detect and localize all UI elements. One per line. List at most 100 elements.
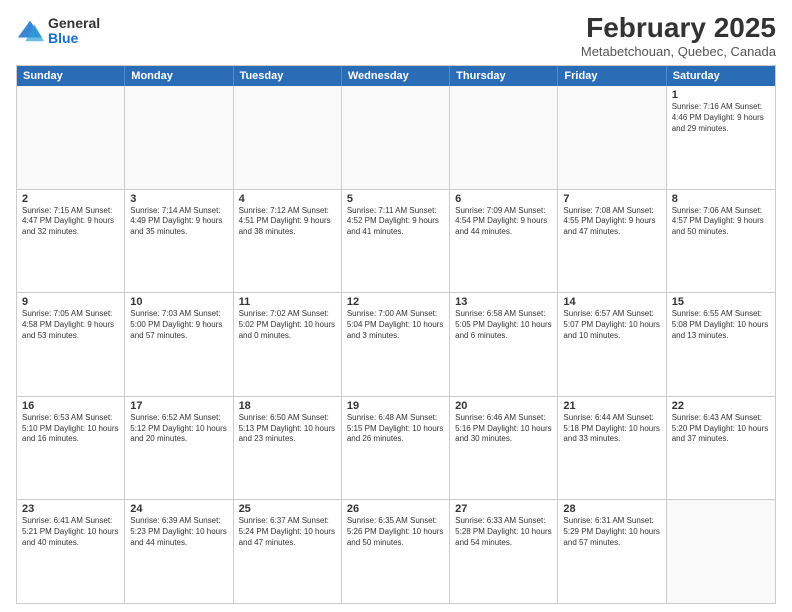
day-number: 14 xyxy=(563,296,660,308)
header-day-thursday: Thursday xyxy=(450,66,558,86)
day-cell-empty xyxy=(234,86,342,189)
day-cell-21: 21Sunrise: 6:44 AM Sunset: 5:18 PM Dayli… xyxy=(558,397,666,500)
day-cell-empty xyxy=(342,86,450,189)
day-cell-3: 3Sunrise: 7:14 AM Sunset: 4:49 PM Daylig… xyxy=(125,190,233,293)
day-cell-10: 10Sunrise: 7:03 AM Sunset: 5:00 PM Dayli… xyxy=(125,293,233,396)
day-info: Sunrise: 6:35 AM Sunset: 5:26 PM Dayligh… xyxy=(347,516,444,548)
logo: General Blue xyxy=(16,16,100,47)
day-info: Sunrise: 7:05 AM Sunset: 4:58 PM Dayligh… xyxy=(22,309,119,341)
day-cell-26: 26Sunrise: 6:35 AM Sunset: 5:26 PM Dayli… xyxy=(342,500,450,603)
day-number: 4 xyxy=(239,193,336,205)
day-cell-16: 16Sunrise: 6:53 AM Sunset: 5:10 PM Dayli… xyxy=(17,397,125,500)
day-cell-19: 19Sunrise: 6:48 AM Sunset: 5:15 PM Dayli… xyxy=(342,397,450,500)
day-cell-1: 1Sunrise: 7:16 AM Sunset: 4:46 PM Daylig… xyxy=(667,86,775,189)
day-cell-14: 14Sunrise: 6:57 AM Sunset: 5:07 PM Dayli… xyxy=(558,293,666,396)
location: Metabetchouan, Quebec, Canada xyxy=(581,44,776,59)
day-cell-8: 8Sunrise: 7:06 AM Sunset: 4:57 PM Daylig… xyxy=(667,190,775,293)
day-number: 12 xyxy=(347,296,444,308)
day-info: Sunrise: 6:52 AM Sunset: 5:12 PM Dayligh… xyxy=(130,413,227,445)
day-info: Sunrise: 6:43 AM Sunset: 5:20 PM Dayligh… xyxy=(672,413,770,445)
day-info: Sunrise: 7:08 AM Sunset: 4:55 PM Dayligh… xyxy=(563,206,660,238)
logo-general-text: General xyxy=(48,16,100,31)
day-cell-empty xyxy=(125,86,233,189)
day-info: Sunrise: 6:44 AM Sunset: 5:18 PM Dayligh… xyxy=(563,413,660,445)
logo-text: General Blue xyxy=(48,16,100,47)
calendar-row-0: 1Sunrise: 7:16 AM Sunset: 4:46 PM Daylig… xyxy=(17,86,775,190)
day-info: Sunrise: 7:16 AM Sunset: 4:46 PM Dayligh… xyxy=(672,102,770,134)
day-cell-empty xyxy=(450,86,558,189)
day-cell-28: 28Sunrise: 6:31 AM Sunset: 5:29 PM Dayli… xyxy=(558,500,666,603)
day-number: 16 xyxy=(22,400,119,412)
day-number: 17 xyxy=(130,400,227,412)
calendar-row-3: 16Sunrise: 6:53 AM Sunset: 5:10 PM Dayli… xyxy=(17,397,775,501)
day-cell-25: 25Sunrise: 6:37 AM Sunset: 5:24 PM Dayli… xyxy=(234,500,342,603)
day-cell-empty xyxy=(17,86,125,189)
day-cell-9: 9Sunrise: 7:05 AM Sunset: 4:58 PM Daylig… xyxy=(17,293,125,396)
header-day-wednesday: Wednesday xyxy=(342,66,450,86)
day-cell-11: 11Sunrise: 7:02 AM Sunset: 5:02 PM Dayli… xyxy=(234,293,342,396)
day-info: Sunrise: 6:33 AM Sunset: 5:28 PM Dayligh… xyxy=(455,516,552,548)
day-cell-27: 27Sunrise: 6:33 AM Sunset: 5:28 PM Dayli… xyxy=(450,500,558,603)
day-cell-24: 24Sunrise: 6:39 AM Sunset: 5:23 PM Dayli… xyxy=(125,500,233,603)
day-cell-20: 20Sunrise: 6:46 AM Sunset: 5:16 PM Dayli… xyxy=(450,397,558,500)
header-day-friday: Friday xyxy=(558,66,666,86)
day-number: 7 xyxy=(563,193,660,205)
day-number: 2 xyxy=(22,193,119,205)
calendar-row-1: 2Sunrise: 7:15 AM Sunset: 4:47 PM Daylig… xyxy=(17,190,775,294)
day-cell-empty xyxy=(667,500,775,603)
day-number: 11 xyxy=(239,296,336,308)
day-number: 19 xyxy=(347,400,444,412)
header-day-tuesday: Tuesday xyxy=(234,66,342,86)
day-info: Sunrise: 7:09 AM Sunset: 4:54 PM Dayligh… xyxy=(455,206,552,238)
day-info: Sunrise: 6:50 AM Sunset: 5:13 PM Dayligh… xyxy=(239,413,336,445)
calendar-row-4: 23Sunrise: 6:41 AM Sunset: 5:21 PM Dayli… xyxy=(17,500,775,603)
day-number: 24 xyxy=(130,503,227,515)
calendar-body: 1Sunrise: 7:16 AM Sunset: 4:46 PM Daylig… xyxy=(17,86,775,603)
day-number: 22 xyxy=(672,400,770,412)
header: General Blue February 2025 Metabetchouan… xyxy=(16,12,776,59)
day-cell-13: 13Sunrise: 6:58 AM Sunset: 5:05 PM Dayli… xyxy=(450,293,558,396)
day-number: 13 xyxy=(455,296,552,308)
month-year: February 2025 xyxy=(581,12,776,44)
header-day-monday: Monday xyxy=(125,66,233,86)
day-number: 27 xyxy=(455,503,552,515)
logo-blue-text: Blue xyxy=(48,31,100,46)
day-cell-4: 4Sunrise: 7:12 AM Sunset: 4:51 PM Daylig… xyxy=(234,190,342,293)
day-info: Sunrise: 7:14 AM Sunset: 4:49 PM Dayligh… xyxy=(130,206,227,238)
day-info: Sunrise: 7:02 AM Sunset: 5:02 PM Dayligh… xyxy=(239,309,336,341)
day-number: 26 xyxy=(347,503,444,515)
page: General Blue February 2025 Metabetchouan… xyxy=(0,0,792,612)
day-info: Sunrise: 6:31 AM Sunset: 5:29 PM Dayligh… xyxy=(563,516,660,548)
day-info: Sunrise: 6:55 AM Sunset: 5:08 PM Dayligh… xyxy=(672,309,770,341)
day-number: 23 xyxy=(22,503,119,515)
day-number: 5 xyxy=(347,193,444,205)
day-number: 28 xyxy=(563,503,660,515)
header-day-saturday: Saturday xyxy=(667,66,775,86)
day-cell-22: 22Sunrise: 6:43 AM Sunset: 5:20 PM Dayli… xyxy=(667,397,775,500)
day-info: Sunrise: 6:37 AM Sunset: 5:24 PM Dayligh… xyxy=(239,516,336,548)
day-cell-empty xyxy=(558,86,666,189)
day-info: Sunrise: 6:58 AM Sunset: 5:05 PM Dayligh… xyxy=(455,309,552,341)
day-cell-12: 12Sunrise: 7:00 AM Sunset: 5:04 PM Dayli… xyxy=(342,293,450,396)
day-cell-23: 23Sunrise: 6:41 AM Sunset: 5:21 PM Dayli… xyxy=(17,500,125,603)
header-day-sunday: Sunday xyxy=(17,66,125,86)
day-number: 3 xyxy=(130,193,227,205)
calendar-header: SundayMondayTuesdayWednesdayThursdayFrid… xyxy=(17,66,775,86)
day-info: Sunrise: 6:53 AM Sunset: 5:10 PM Dayligh… xyxy=(22,413,119,445)
day-number: 18 xyxy=(239,400,336,412)
day-cell-18: 18Sunrise: 6:50 AM Sunset: 5:13 PM Dayli… xyxy=(234,397,342,500)
day-number: 15 xyxy=(672,296,770,308)
day-info: Sunrise: 6:41 AM Sunset: 5:21 PM Dayligh… xyxy=(22,516,119,548)
day-info: Sunrise: 6:57 AM Sunset: 5:07 PM Dayligh… xyxy=(563,309,660,341)
day-number: 6 xyxy=(455,193,552,205)
calendar-row-2: 9Sunrise: 7:05 AM Sunset: 4:58 PM Daylig… xyxy=(17,293,775,397)
day-info: Sunrise: 7:03 AM Sunset: 5:00 PM Dayligh… xyxy=(130,309,227,341)
day-info: Sunrise: 7:00 AM Sunset: 5:04 PM Dayligh… xyxy=(347,309,444,341)
day-number: 9 xyxy=(22,296,119,308)
day-number: 25 xyxy=(239,503,336,515)
day-number: 8 xyxy=(672,193,770,205)
day-info: Sunrise: 6:39 AM Sunset: 5:23 PM Dayligh… xyxy=(130,516,227,548)
title-block: February 2025 Metabetchouan, Quebec, Can… xyxy=(581,12,776,59)
logo-icon xyxy=(16,17,44,45)
day-info: Sunrise: 6:46 AM Sunset: 5:16 PM Dayligh… xyxy=(455,413,552,445)
